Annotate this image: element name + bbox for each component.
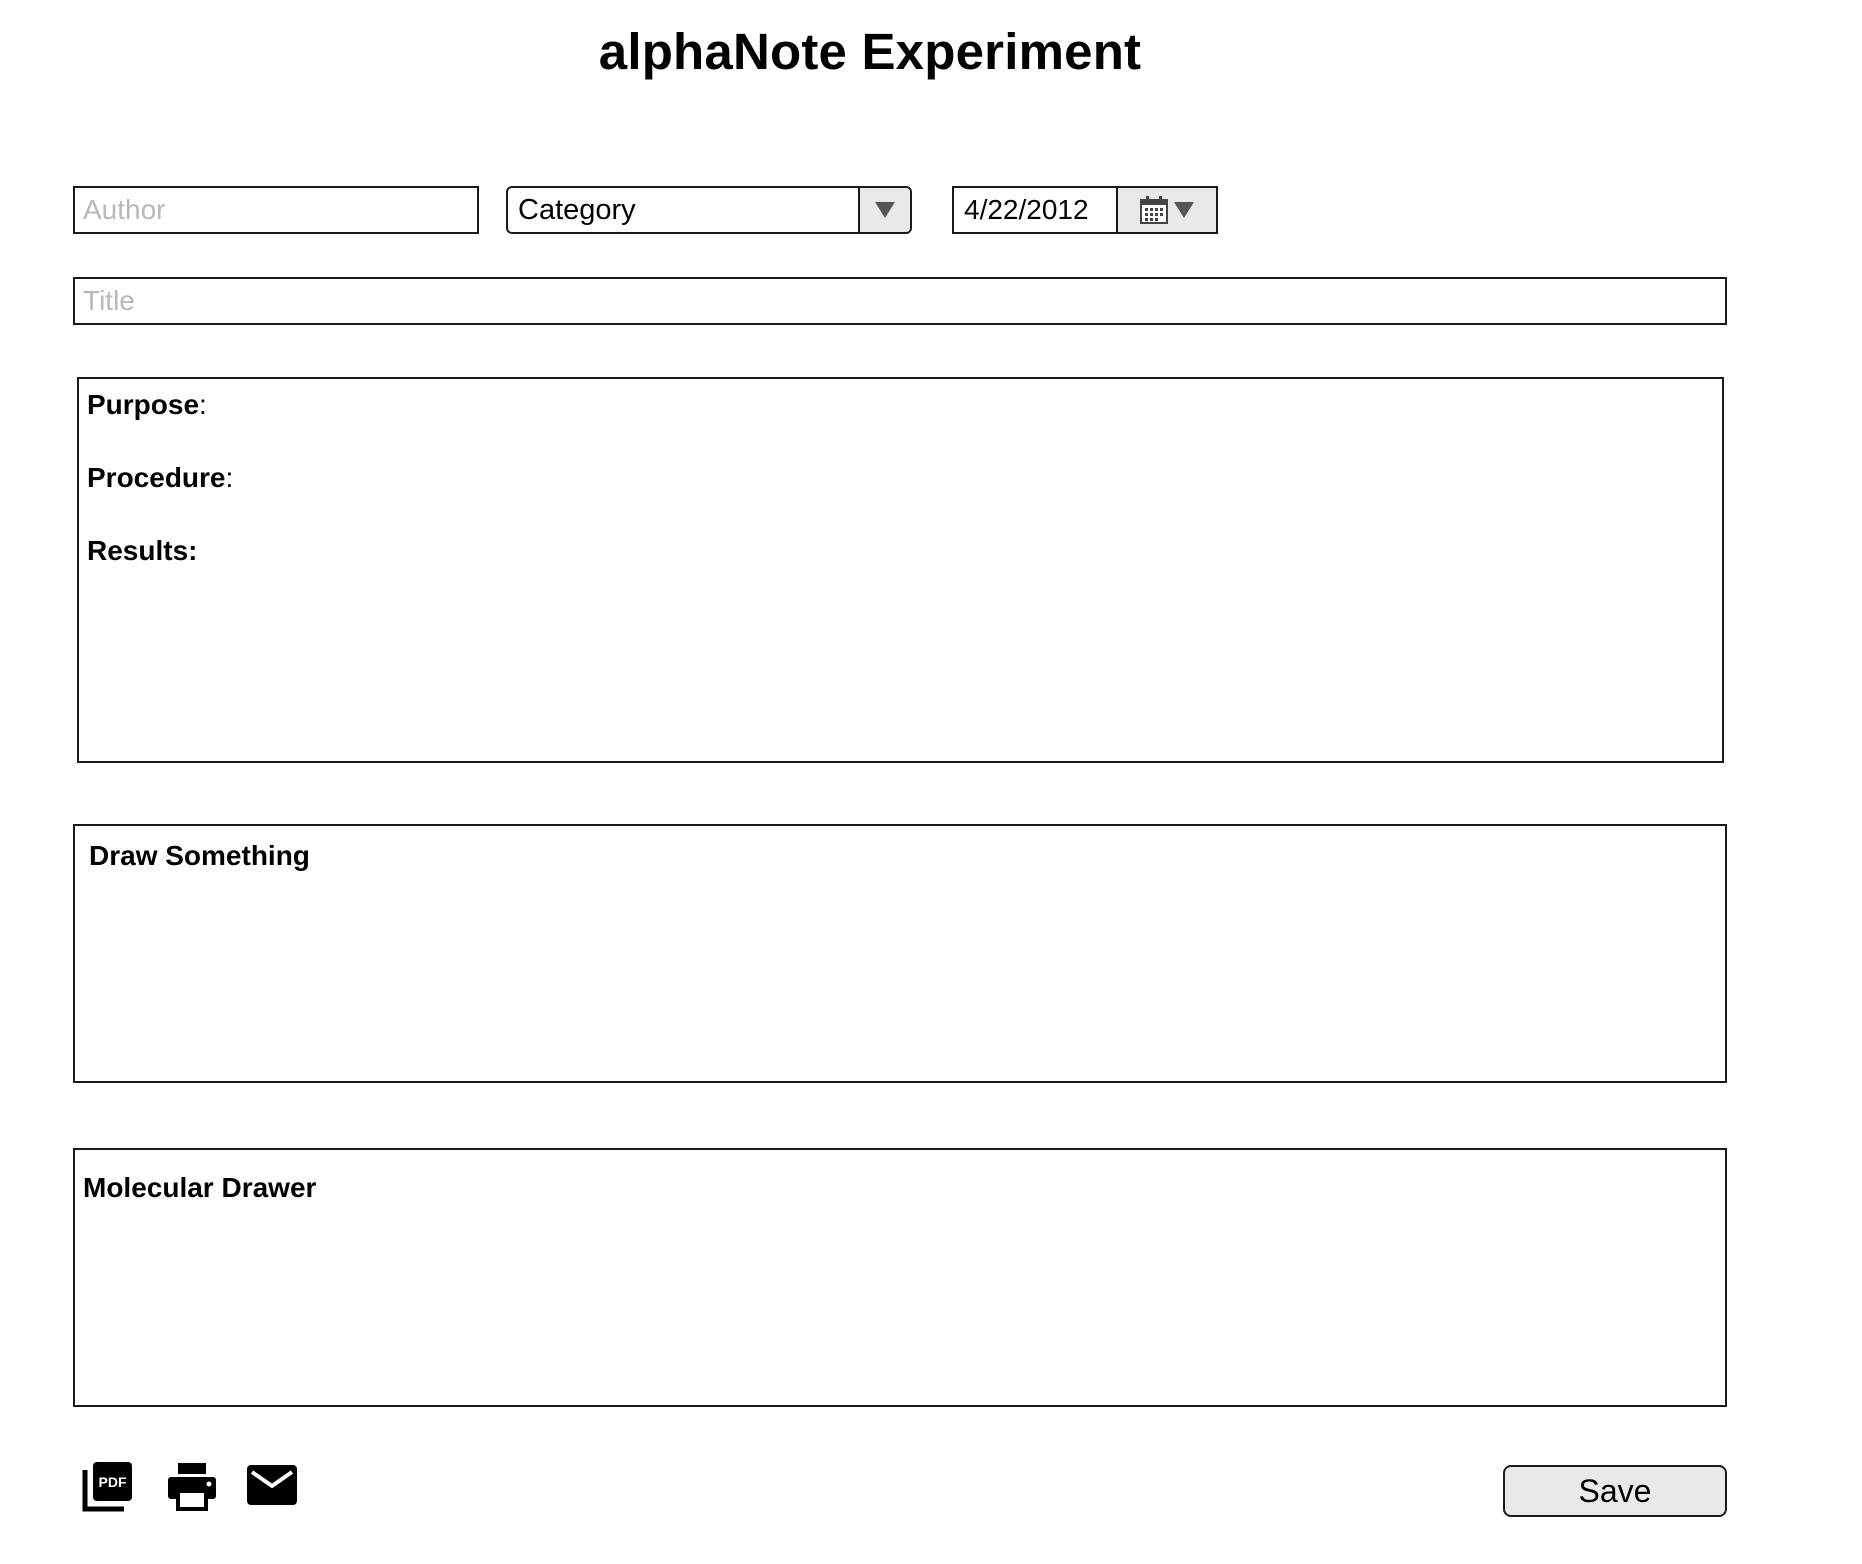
date-value: 4/22/2012 bbox=[964, 194, 1089, 225]
title-field-wrapper bbox=[73, 277, 1727, 325]
notes-editor[interactable]: Purpose: Procedure: Results: bbox=[77, 377, 1724, 763]
email-button[interactable] bbox=[244, 1462, 300, 1508]
pdf-icon-text: PDF bbox=[99, 1474, 127, 1490]
category-dropdown-button[interactable] bbox=[858, 188, 910, 232]
purpose-line: Purpose: bbox=[87, 389, 207, 421]
procedure-label: Procedure bbox=[87, 462, 226, 493]
category-select[interactable]: Category bbox=[506, 186, 912, 234]
print-button[interactable] bbox=[164, 1458, 220, 1514]
draw-canvas[interactable]: Draw Something bbox=[73, 824, 1727, 1083]
category-value: Category bbox=[518, 193, 636, 226]
mail-icon bbox=[247, 1465, 297, 1505]
save-button[interactable]: Save bbox=[1503, 1465, 1727, 1517]
procedure-colon: : bbox=[225, 462, 234, 493]
dropdown-arrow-icon bbox=[1174, 202, 1194, 218]
results-label: Results: bbox=[87, 535, 198, 566]
author-field-wrapper bbox=[73, 186, 479, 234]
title-input[interactable] bbox=[75, 279, 1725, 323]
page: alphaNote Experiment Category 4/22/2012 bbox=[0, 0, 1862, 1564]
molecular-drawer-canvas[interactable]: Molecular Drawer bbox=[73, 1148, 1727, 1407]
pdf-icon: PDF bbox=[82, 1462, 132, 1512]
date-picker-button[interactable] bbox=[1116, 188, 1216, 232]
author-input[interactable] bbox=[75, 188, 477, 232]
page-title: alphaNote Experiment bbox=[598, 23, 1142, 80]
calendar-icon bbox=[1140, 196, 1168, 224]
procedure-line: Procedure: bbox=[87, 462, 233, 494]
results-line: Results: bbox=[87, 535, 197, 567]
molecular-label: Molecular Drawer bbox=[83, 1172, 317, 1203]
pdf-export-button[interactable]: PDF bbox=[80, 1458, 136, 1514]
purpose-colon: : bbox=[199, 389, 207, 420]
purpose-label: Purpose bbox=[87, 389, 200, 420]
dropdown-arrow-icon bbox=[875, 202, 895, 218]
print-icon bbox=[168, 1463, 216, 1511]
date-picker[interactable]: 4/22/2012 bbox=[952, 186, 1218, 234]
draw-label: Draw Something bbox=[89, 840, 310, 871]
